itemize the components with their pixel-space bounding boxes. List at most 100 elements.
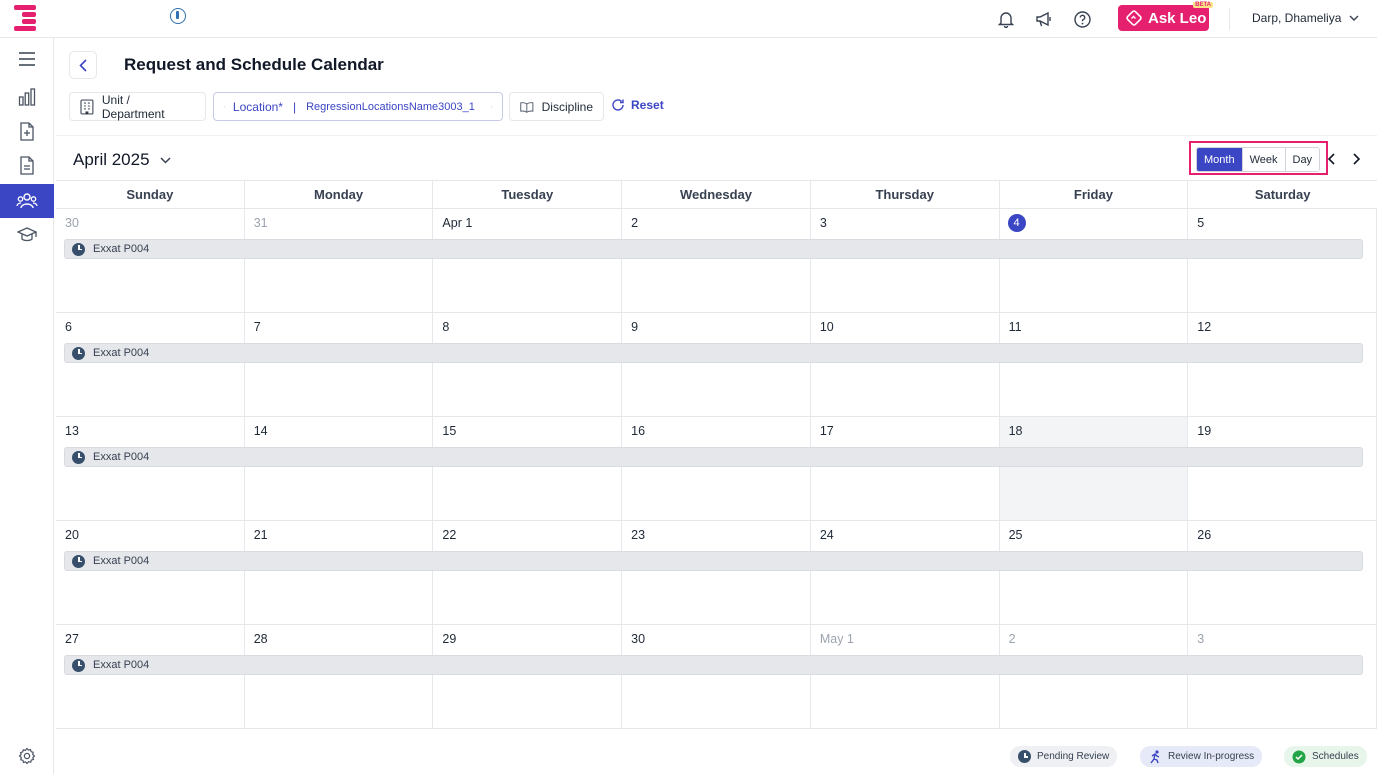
calendar-day-cell[interactable]: 8	[433, 313, 623, 416]
day-number: 24	[819, 528, 834, 542]
calendar-day-cell[interactable]: 17	[811, 417, 1000, 520]
help-icon[interactable]	[1072, 9, 1092, 29]
day-number: 3	[819, 216, 827, 230]
calendar-day-cell[interactable]: 10	[811, 313, 1000, 416]
day-number: 17	[819, 424, 834, 438]
previous-month-button[interactable]	[1324, 152, 1338, 166]
legend-pending-review: Pending Review	[1010, 746, 1118, 767]
event-bar[interactable]: Exxat P004	[64, 655, 1363, 675]
calendar-day-cell[interactable]: 16	[622, 417, 811, 520]
calendar-day-cell[interactable]: May 1	[811, 625, 1000, 728]
calendar-day-cell[interactable]: 15	[433, 417, 623, 520]
weekday-header: Thursday	[811, 181, 1000, 208]
unit-department-filter[interactable]: Unit / Department	[69, 92, 206, 121]
view-switcher: Month Week Day	[1196, 147, 1321, 172]
calendar-day-cell[interactable]: 5	[1188, 209, 1377, 312]
clear-location-icon[interactable]	[490, 99, 492, 115]
calendar-day-cell[interactable]: Apr 1	[433, 209, 623, 312]
add-document-icon[interactable]	[0, 114, 54, 148]
calendar-day-cell[interactable]: 30	[56, 209, 245, 312]
calendar-day-cell[interactable]: 28	[245, 625, 434, 728]
legend-review-in-progress: Review In-progress	[1140, 746, 1263, 767]
calendar-day-cell[interactable]: 2	[1000, 625, 1189, 728]
event-bar[interactable]: Exxat P004	[64, 447, 1363, 467]
chevron-left-icon	[79, 58, 87, 72]
day-number: 27	[65, 632, 79, 646]
event-label: Exxat P004	[93, 347, 150, 359]
leo-icon	[1126, 10, 1142, 26]
discipline-filter[interactable]: Discipline	[509, 92, 604, 121]
chevron-left-icon	[1327, 153, 1335, 165]
calendar-day-cell[interactable]: 22	[433, 521, 623, 624]
calendar-day-cell[interactable]: 7	[245, 313, 434, 416]
calendar-day-cell-hovered[interactable]: 18	[999, 417, 1189, 520]
view-day-button[interactable]: Day	[1285, 148, 1320, 171]
calendar-day-cell[interactable]: 24	[811, 521, 1000, 624]
document-icon[interactable]	[0, 148, 54, 182]
calendar-week-row: 20 21 22 23 24 25 26 Exxat P004	[56, 521, 1377, 625]
clock-icon	[72, 658, 85, 672]
people-group-icon[interactable]	[0, 184, 54, 218]
megaphone-icon[interactable]	[1034, 9, 1054, 29]
event-bar[interactable]: Exxat P004	[64, 343, 1363, 363]
analytics-chart-icon[interactable]	[0, 80, 54, 114]
calendar-day-cell[interactable]: 30	[622, 625, 811, 728]
month-picker[interactable]: April 2025	[73, 150, 171, 170]
bell-icon[interactable]	[996, 9, 1016, 29]
day-number: 13	[65, 424, 79, 438]
day-number: 5	[1197, 216, 1205, 230]
calendar-day-cell[interactable]: 3	[811, 209, 1000, 312]
calendar-day-cell[interactable]: 25	[1000, 521, 1189, 624]
calendar-day-cell[interactable]: 13	[56, 417, 245, 520]
graduation-cap-icon[interactable]	[0, 218, 54, 252]
day-number: 18	[1008, 424, 1023, 438]
calendar-day-cell[interactable]: 27	[56, 625, 245, 728]
calendar-day-cell[interactable]: 19	[1188, 417, 1377, 520]
calendar-day-cell[interactable]: 9	[622, 313, 811, 416]
user-menu[interactable]: Darp, Dhameliya	[1252, 11, 1359, 25]
weekday-header: Friday	[1000, 181, 1189, 208]
day-number: May 1	[819, 632, 854, 646]
clock-icon	[1018, 750, 1031, 763]
calendar-day-cell[interactable]: 31	[245, 209, 434, 312]
calendar-day-cell[interactable]: 6	[56, 313, 245, 416]
location-filter[interactable]: Location* | RegressionLocationsName3003_…	[213, 92, 503, 121]
calendar-day-cell[interactable]: 14	[245, 417, 434, 520]
calendar-day-cell-today[interactable]: 4	[1000, 209, 1189, 312]
calendar-day-cell[interactable]: 20	[56, 521, 245, 624]
calendar-day-cell[interactable]: 2	[622, 209, 811, 312]
chevron-right-icon	[1352, 153, 1360, 165]
weekday-header: Tuesday	[433, 181, 623, 208]
day-number: 14	[253, 424, 268, 438]
exxat-logo[interactable]	[14, 5, 38, 31]
ask-leo-button[interactable]: Ask Leo BETA	[1118, 2, 1213, 31]
clock-icon	[72, 346, 85, 360]
calendar-day-cell[interactable]: 21	[245, 521, 434, 624]
calendar-day-cell[interactable]: 11	[1000, 313, 1189, 416]
view-week-button[interactable]: Week	[1242, 148, 1286, 171]
event-label: Exxat P004	[93, 555, 150, 567]
weekday-header: Wednesday	[622, 181, 811, 208]
event-bar[interactable]: Exxat P004	[64, 239, 1363, 259]
reset-label: Reset	[631, 98, 664, 112]
legend-label: Schedules	[1312, 751, 1359, 762]
event-label: Exxat P004	[93, 243, 150, 255]
event-bar[interactable]: Exxat P004	[64, 551, 1363, 571]
calendar-day-cell[interactable]: 23	[622, 521, 811, 624]
view-month-button[interactable]: Month	[1197, 148, 1243, 171]
calendar-day-cell[interactable]: 29	[433, 625, 623, 728]
reset-button[interactable]: Reset	[611, 98, 664, 112]
back-button[interactable]	[69, 51, 97, 79]
day-number: 16	[631, 424, 646, 438]
calendar-day-cell[interactable]: 3	[1188, 625, 1377, 728]
calendar-day-cell[interactable]: 26	[1188, 521, 1377, 624]
user-name: Darp, Dhameliya	[1252, 11, 1342, 25]
hamburger-menu-icon[interactable]	[0, 42, 54, 76]
settings-gear-icon[interactable]	[0, 739, 54, 773]
day-number: 3	[1197, 632, 1205, 646]
sidebar	[0, 38, 54, 774]
calendar-day-cell[interactable]: 12	[1188, 313, 1377, 416]
next-month-button[interactable]	[1349, 152, 1363, 166]
day-number: 31	[253, 216, 268, 230]
header-divider	[1229, 8, 1230, 30]
